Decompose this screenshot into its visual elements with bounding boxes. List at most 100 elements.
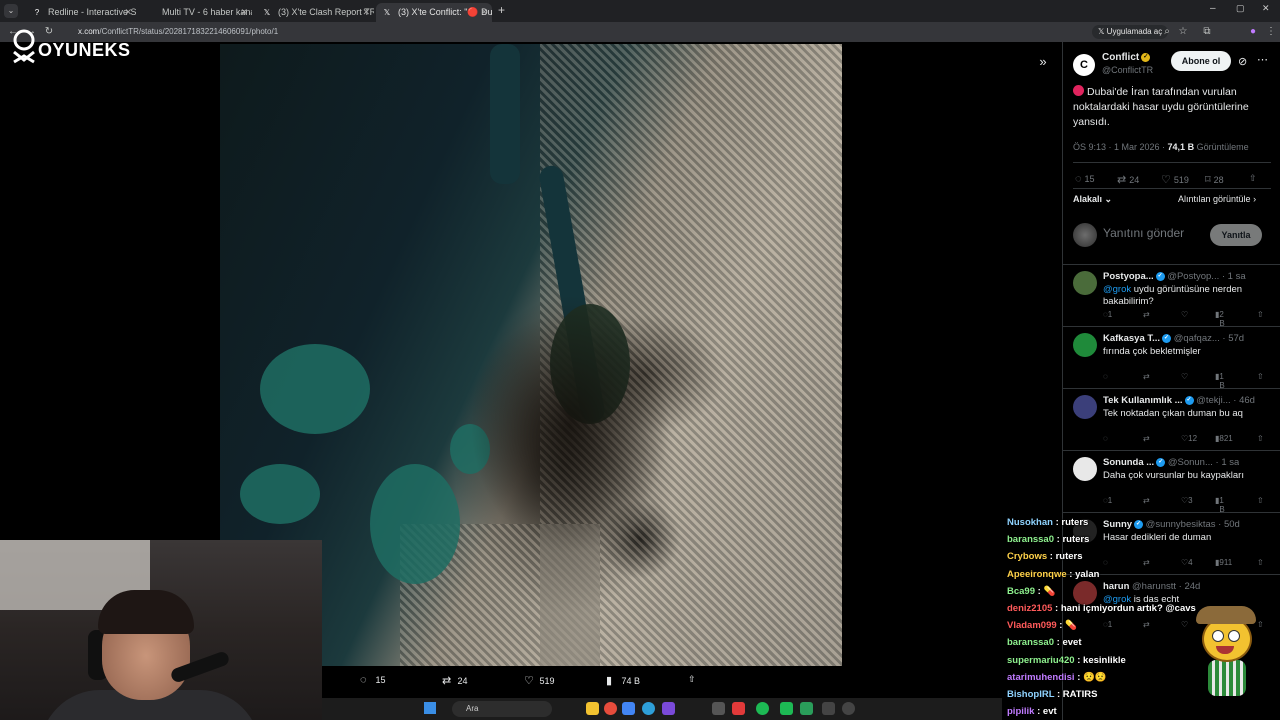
reply-icon[interactable]: ◌ 1 [1103,496,1112,505]
reply-author[interactable]: Kafkasya T... ✓ @qafqaz... · 57d [1103,333,1244,344]
views-icon[interactable]: ▮ 1 B [1215,372,1225,390]
reply-item[interactable]: Tek Kullanımlık ... ✓ @tekji... · 46d Tek … [1063,388,1280,450]
app-icon[interactable] [780,702,793,715]
author-name[interactable]: Conflict ✓ [1102,52,1151,63]
app-icon[interactable] [622,702,635,715]
reply-avatar[interactable] [1073,271,1097,295]
minimize-icon[interactable]: – [1210,3,1216,14]
tab-redline[interactable]: ? Redline - Interactive Strategic M ✕ [26,3,136,22]
author-handle[interactable]: @ConflictTR [1102,65,1153,75]
chat-username[interactable]: Crybows [1007,551,1047,562]
app-icon[interactable] [842,702,855,715]
close-window-icon[interactable]: ✕ [1262,3,1270,14]
windows-start-icon[interactable] [424,702,436,714]
views-icon[interactable]: ▮ 821 [1215,434,1233,443]
chat-text: hani içmiyordun artık? @cavs [1060,603,1196,614]
tab-clash-report[interactable]: 𝕏 (3) X'te Clash Report TR: "Reute ✕ [256,3,374,22]
reply-avatar[interactable] [1073,395,1097,419]
chat-username[interactable]: pipilik [1007,706,1034,717]
bookmark-star-icon[interactable]: ☆ [1176,24,1190,40]
reply-input[interactable]: Yanıtını gönder [1103,226,1184,240]
reply-icon[interactable]: ◌ 1 [1103,310,1112,319]
close-icon[interactable]: ✕ [480,3,488,22]
grok-icon[interactable]: ⊘ [1238,55,1247,68]
reply-button[interactable]: Yanıtla [1210,224,1262,246]
app-icon[interactable] [800,702,813,715]
chat-username[interactable]: BishopIRL [1007,689,1054,700]
like-action[interactable]: ♡ 519 [524,674,555,687]
expand-panel-icon[interactable]: » [1034,54,1052,70]
repost-icon[interactable]: ⇄ [1143,372,1150,381]
chat-username[interactable]: Nusokhan [1007,517,1053,528]
reply-icon[interactable]: ◌ [1103,434,1108,443]
views-action[interactable]: ▮ 74 B [606,674,640,687]
reply-item[interactable]: Sonunda ... ✓ @Sonun... · 1 sa Daha çok vu… [1063,450,1280,514]
close-icon[interactable]: ✕ [124,3,132,22]
likes-stat[interactable]: ♡ 519 [1161,173,1189,186]
app-icon[interactable] [662,702,675,715]
reply-avatar[interactable] [1073,457,1097,481]
close-icon[interactable]: ✕ [362,3,370,22]
chat-username[interactable]: deniz2105 [1007,603,1052,614]
share-icon[interactable]: ⇧ [1257,372,1264,381]
bookmarks-stat[interactable]: ⌑ 28 [1205,173,1224,186]
more-options-icon[interactable]: ⋯ [1257,53,1268,66]
chat-username[interactable]: Bca99 [1007,586,1035,597]
open-in-app-button[interactable]: 𝕏 Uygulamada aç [1092,25,1169,39]
author-avatar[interactable]: C [1073,54,1095,76]
repost-icon[interactable]: ⇄ [1143,496,1150,505]
chat-username[interactable]: Vladam099 [1007,620,1057,631]
extensions-icon[interactable]: ⧉ [1200,24,1214,40]
menu-icon[interactable]: ⋮ [1264,24,1278,40]
new-tab-button[interactable]: + [498,3,505,17]
chat-username[interactable]: atarimuhendisi [1007,672,1075,683]
chat-username[interactable]: baranssa0 [1007,637,1054,648]
sort-dropdown[interactable]: Alakalı ⌄ [1073,194,1112,205]
heart-icon[interactable]: ♡ 12 [1181,434,1197,443]
heart-icon[interactable]: ♡ [1181,372,1188,381]
reply-item[interactable]: Postyopa... ✓ @Postyop... · 1 sa @grok uyd… [1063,264,1280,328]
file-explorer-icon[interactable] [586,702,599,715]
share-icon[interactable]: ⇧ [1257,434,1264,443]
reposts-stat[interactable]: ⇄ 24 [1117,173,1139,186]
windows-taskbar: Ara [322,698,1002,720]
chat-username[interactable]: supermariu420 [1007,655,1075,666]
share-icon[interactable]: ⇧ [1257,310,1264,319]
repost-icon[interactable]: ⇄ [1143,310,1150,319]
reply-avatar[interactable] [1073,333,1097,357]
views-icon[interactable]: ▮ 1 B [1215,496,1225,514]
heart-icon[interactable]: ♡ 3 [1181,496,1193,505]
chat-username[interactable]: baranssa0 [1007,534,1054,545]
share-icon[interactable]: ⇧ [688,674,696,685]
reply-author[interactable]: Sonunda ... ✓ @Sonun... · 1 sa [1103,457,1239,468]
reply-author[interactable]: Postyopa... ✓ @Postyop... · 1 sa [1103,271,1246,282]
taskbar-search[interactable]: Ara [452,701,552,717]
zoom-icon[interactable]: ⌕ [1160,24,1174,40]
edge-icon[interactable] [642,702,655,715]
reply-item[interactable]: Kafkasya T... ✓ @qafqaz... · 57d fırında ç… [1063,326,1280,390]
reply-author[interactable]: Tek Kullanımlık ... ✓ @tekji... · 46d [1103,395,1255,406]
follow-button[interactable]: Abone ol [1171,51,1231,71]
share-icon[interactable]: ⇧ [1257,496,1264,505]
reply-icon[interactable]: ◌ [1103,372,1108,381]
tab-multitv[interactable]: Multi TV - 6 haber kanalını aynı ✕ [140,3,252,22]
app-icon[interactable] [732,702,745,715]
views-icon[interactable]: ▮ 2 B [1215,310,1225,328]
spotify-icon[interactable] [756,702,769,715]
replies-stat[interactable]: ◌ 15 [1075,173,1095,185]
repost-icon[interactable]: ⇄ [1143,434,1150,443]
chrome-icon[interactable] [604,702,617,715]
share-icon[interactable]: ⇧ [1249,173,1257,184]
chat-username[interactable]: Apeeironqwe [1007,569,1067,580]
app-icon[interactable] [712,702,725,715]
profile-avatar[interactable]: ● [1246,24,1260,40]
tab-list-button[interactable]: ⌄ [4,4,18,18]
maximize-icon[interactable]: ▢ [1236,3,1245,14]
repost-action[interactable]: ⇄ 24 [442,674,468,687]
view-quotes-link[interactable]: Alıntılan görüntüle › [1178,194,1256,204]
tab-conflict[interactable]: 𝕏 (3) X'te Conflict: "🔴 Dubai'de ✕ [376,3,492,22]
app-icon[interactable] [822,702,835,715]
reply-action[interactable]: ◌ 15 [360,674,386,686]
heart-icon[interactable]: ♡ [1181,310,1188,319]
close-icon[interactable]: ✕ [240,3,248,22]
